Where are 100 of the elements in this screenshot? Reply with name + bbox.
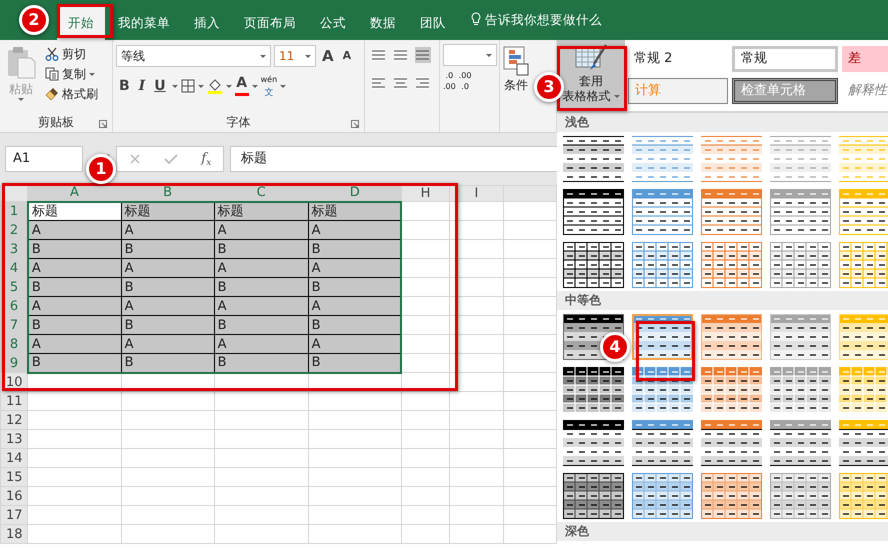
- table-cell[interactable]: B: [121, 278, 214, 296]
- table-cell[interactable]: B: [121, 240, 214, 258]
- table-cell[interactable]: A: [121, 296, 214, 316]
- cell-style-swatch[interactable]: 常规: [732, 46, 838, 72]
- table-cell[interactable]: B: [121, 354, 214, 372]
- table-style-thumbnail[interactable]: [770, 420, 831, 466]
- decrease-decimal-button[interactable]: .00 .0: [458, 72, 472, 91]
- table-style-thumbnail[interactable]: [563, 420, 624, 466]
- search-prompt[interactable]: 告诉我你想要做什么: [485, 6, 602, 34]
- underline-button[interactable]: U: [151, 74, 169, 98]
- table-style-thumbnail[interactable]: [839, 420, 888, 466]
- table-cell[interactable]: A: [28, 296, 122, 316]
- table-style-thumbnail[interactable]: [770, 189, 831, 235]
- table-cell[interactable]: B: [28, 316, 122, 334]
- column-header[interactable]: B: [121, 186, 214, 202]
- table-cell[interactable]: B: [214, 278, 308, 296]
- name-box[interactable]: A1: [5, 146, 83, 172]
- table-style-thumbnail[interactable]: [563, 189, 624, 235]
- column-header[interactable]: I: [450, 186, 504, 202]
- caret-icon[interactable]: [198, 84, 204, 88]
- table-style-thumbnail[interactable]: [770, 136, 831, 182]
- table-cell[interactable]: A: [28, 334, 122, 354]
- table-cell[interactable]: A: [308, 220, 402, 240]
- table-cell[interactable]: B: [214, 316, 308, 334]
- table-style-thumbnail[interactable]: [701, 420, 762, 466]
- column-header[interactable]: C: [214, 186, 308, 202]
- table-style-thumbnail[interactable]: [632, 420, 693, 466]
- launcher-icon[interactable]: [351, 120, 359, 128]
- row-header[interactable]: 13: [0, 430, 28, 448]
- decrease-font-button[interactable]: A: [340, 47, 354, 66]
- table-cell[interactable]: B: [308, 316, 402, 334]
- table-cell[interactable]: A: [28, 258, 122, 278]
- launcher-icon[interactable]: [99, 120, 107, 128]
- table-cell[interactable]: B: [121, 316, 214, 334]
- row-header[interactable]: 15: [0, 468, 28, 486]
- caret-icon[interactable]: [252, 84, 258, 88]
- row-header[interactable]: 11: [0, 392, 28, 410]
- ribbon-tab[interactable]: 页面布局: [233, 6, 307, 40]
- table-cell[interactable]: A: [28, 220, 122, 240]
- number-format-field[interactable]: [443, 44, 497, 66]
- table-style-thumbnail[interactable]: [632, 136, 693, 182]
- table-cell[interactable]: B: [28, 354, 122, 372]
- table-style-thumbnail[interactable]: [563, 136, 624, 182]
- increase-decimal-button[interactable]: .0 .00: [443, 72, 456, 91]
- table-cell[interactable]: B: [214, 240, 308, 258]
- table-cell[interactable]: A: [214, 296, 308, 316]
- font-size-field[interactable]: 11: [274, 45, 316, 68]
- insert-function-button[interactable]: f$_{x}$: [201, 149, 212, 169]
- column-header[interactable]: H: [401, 186, 450, 202]
- table-cell[interactable]: A: [308, 296, 402, 316]
- ribbon-tab[interactable]: 我的菜单: [107, 6, 181, 40]
- caret-icon[interactable]: [280, 84, 286, 88]
- ribbon-tab[interactable]: 团队: [409, 6, 457, 40]
- lightbulb-icon[interactable]: [471, 12, 481, 26]
- formula-field[interactable]: 标题: [230, 146, 557, 172]
- table-cell[interactable]: B: [214, 354, 308, 372]
- caret-icon[interactable]: [226, 84, 232, 88]
- font-color-button[interactable]: A: [234, 76, 249, 96]
- cut-button[interactable]: 剪切: [42, 44, 101, 64]
- table-style-thumbnail[interactable]: [632, 189, 693, 235]
- table-cell[interactable]: B: [308, 278, 402, 296]
- row-header[interactable]: 17: [0, 506, 28, 524]
- table-style-thumbnail[interactable]: [632, 242, 693, 288]
- conditional-format-button[interactable]: 条件: [503, 44, 529, 96]
- ribbon-tab[interactable]: 插入: [183, 6, 231, 40]
- table-style-thumbnail[interactable]: [632, 473, 693, 519]
- format-painter-button[interactable]: 格式刷: [42, 84, 101, 104]
- row-header[interactable]: 18: [0, 524, 28, 544]
- italic-button[interactable]: I: [136, 74, 148, 98]
- fill-bucket-icon[interactable]: [206, 78, 223, 94]
- borders-icon[interactable]: [180, 79, 195, 93]
- table-cell[interactable]: A: [308, 258, 402, 278]
- table-cell[interactable]: B: [28, 240, 122, 258]
- table-style-thumbnail[interactable]: [701, 189, 762, 235]
- bold-button[interactable]: B: [116, 74, 133, 98]
- align-bottom-icon[interactable]: [415, 47, 431, 63]
- table-cell[interactable]: B: [28, 278, 122, 296]
- table-style-thumbnail[interactable]: [770, 473, 831, 519]
- table-style-thumbnail[interactable]: [701, 473, 762, 519]
- increase-font-button[interactable]: A: [319, 44, 337, 68]
- ribbon-tab[interactable]: 数据: [359, 6, 407, 40]
- table-style-thumbnail[interactable]: [701, 136, 762, 182]
- table-cell[interactable]: A: [214, 220, 308, 240]
- table-cell[interactable]: A: [121, 258, 214, 278]
- table-cell[interactable]: A: [308, 334, 402, 354]
- phonetic-button[interactable]: wén 文: [260, 74, 278, 98]
- table-cell[interactable]: A: [121, 220, 214, 240]
- row-header[interactable]: 14: [0, 448, 28, 468]
- table-cell[interactable]: A: [214, 334, 308, 354]
- table-cell[interactable]: A: [214, 258, 308, 278]
- table-style-thumbnail[interactable]: [563, 242, 624, 288]
- table-style-thumbnail[interactable]: [563, 473, 624, 519]
- column-header[interactable]: D: [308, 186, 402, 202]
- table-cell[interactable]: B: [308, 354, 402, 372]
- table-cell[interactable]: B: [308, 240, 402, 258]
- ribbon-tab[interactable]: 公式: [309, 6, 357, 40]
- caret-icon[interactable]: [172, 84, 178, 88]
- row-header[interactable]: 12: [0, 410, 28, 430]
- table-style-thumbnail[interactable]: [770, 242, 831, 288]
- table-cell[interactable]: A: [121, 334, 214, 354]
